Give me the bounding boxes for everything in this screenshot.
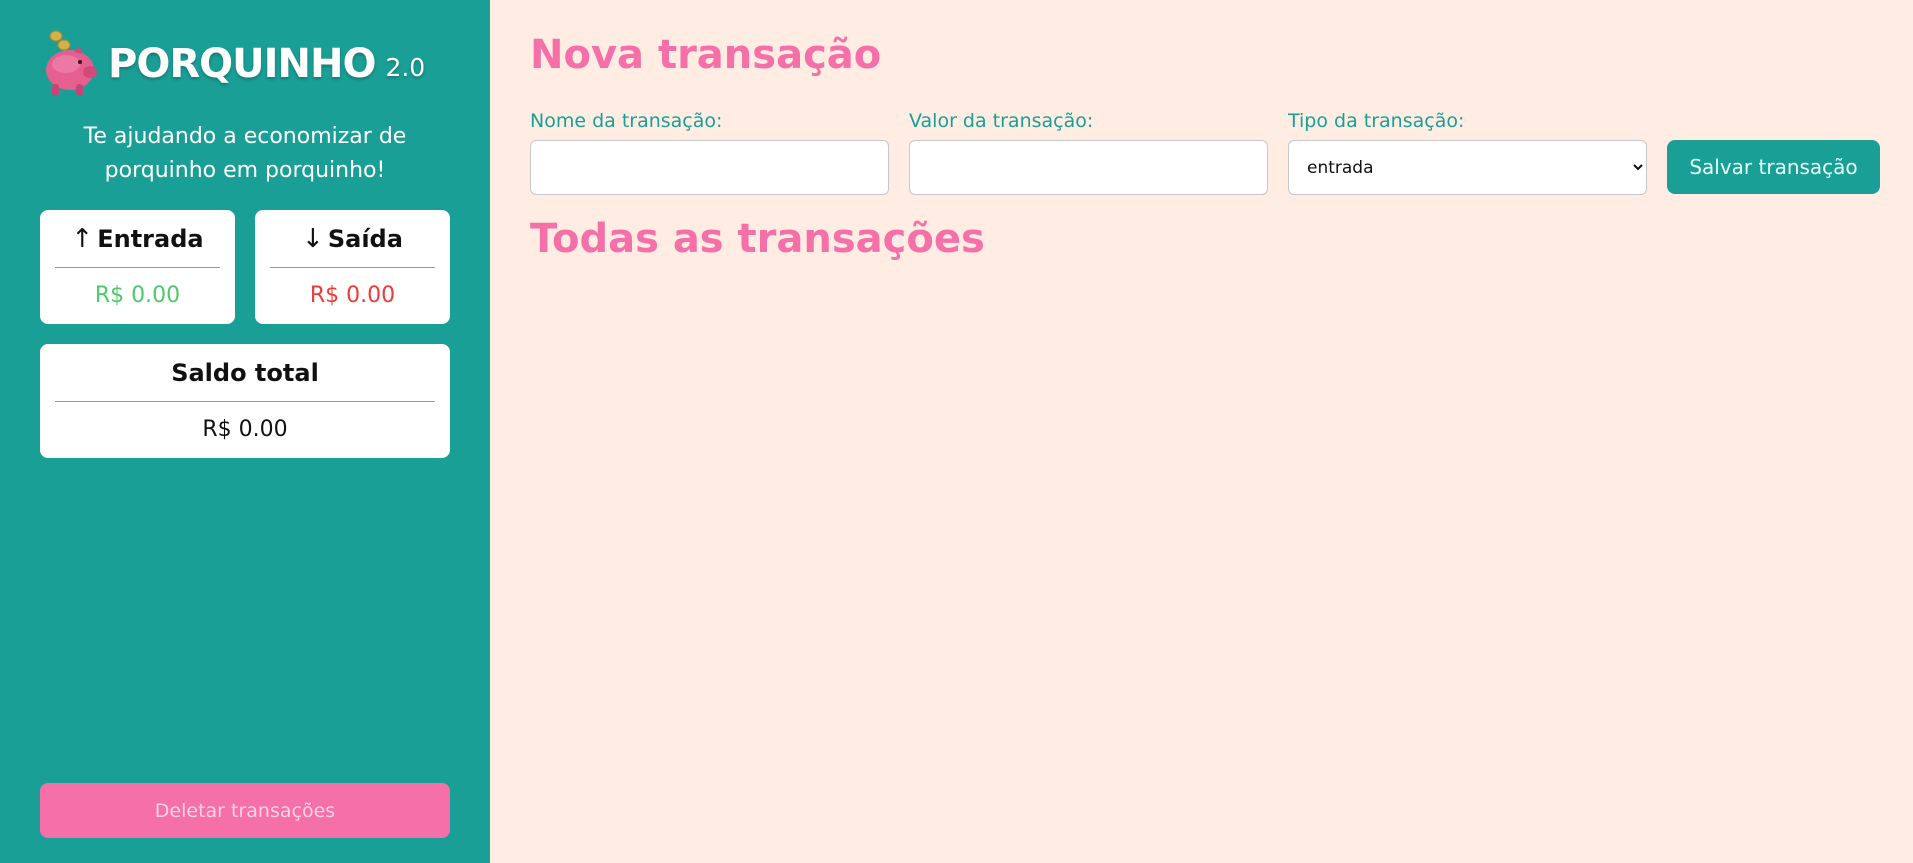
transaction-value-input[interactable] xyxy=(909,140,1268,195)
saida-label: Saída xyxy=(327,224,403,253)
brand: PORQUINHO 2.0 xyxy=(38,26,425,102)
transaction-type-select[interactable]: entrada xyxy=(1288,140,1647,195)
saldo-total-header: Saldo total xyxy=(55,344,435,402)
transaction-value-field: Valor da transação: xyxy=(909,110,1268,195)
transaction-name-field: Nome da transação: xyxy=(530,110,889,195)
brand-title: PORQUINHO xyxy=(108,41,376,87)
entrada-label: Entrada xyxy=(97,224,204,253)
sidebar: PORQUINHO 2.0 Te ajudando a economizar d… xyxy=(0,0,490,863)
delete-transactions-button[interactable]: Deletar transações xyxy=(40,783,450,838)
piggy-bank-icon xyxy=(38,26,98,102)
saida-card: ↓ Saída R$ 0.00 xyxy=(255,210,450,324)
entrada-card: ↑ Entrada R$ 0.00 xyxy=(40,210,235,324)
save-transaction-button[interactable]: Salvar transação xyxy=(1667,140,1880,194)
saldo-total-card: Saldo total R$ 0.00 xyxy=(40,344,450,458)
arrow-up-icon: ↑ xyxy=(71,223,94,254)
transaction-type-field: Tipo da transação: entrada xyxy=(1288,110,1647,195)
entrada-card-header: ↑ Entrada xyxy=(55,210,220,268)
transaction-name-input[interactable] xyxy=(530,140,889,195)
saldo-total-label: Saldo total xyxy=(171,358,319,387)
transaction-name-label: Nome da transação: xyxy=(530,110,723,132)
new-transaction-title: Nova transação xyxy=(530,32,882,78)
saldo-total-value: R$ 0.00 xyxy=(202,417,288,442)
saida-value: R$ 0.00 xyxy=(309,283,396,308)
tagline: Te ajudando a economizar de porquinho em… xyxy=(83,124,407,183)
entrada-value: R$ 0.00 xyxy=(94,283,181,308)
arrow-down-icon: ↓ xyxy=(302,223,324,254)
brand-version: 2.0 xyxy=(385,52,426,82)
transaction-type-label: Tipo da transação: xyxy=(1288,110,1465,132)
main-content: Nova transação Nome da transação: Valor … xyxy=(490,0,1913,863)
saida-card-header: ↓ Saída xyxy=(270,210,435,268)
all-transactions-title: Todas as transações xyxy=(530,216,985,262)
transaction-value-label: Valor da transação: xyxy=(909,110,1094,132)
